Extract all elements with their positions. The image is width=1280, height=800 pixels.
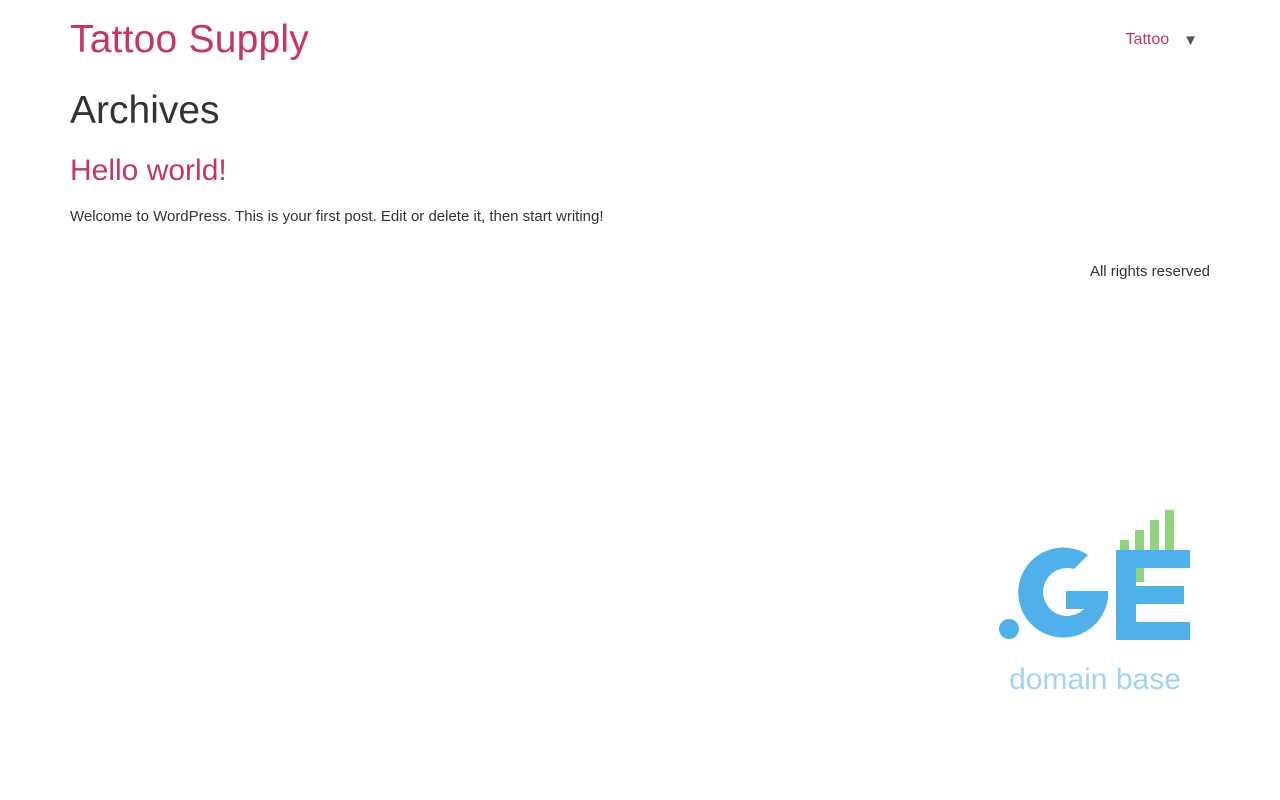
logo-dot	[999, 619, 1019, 639]
site-title-link[interactable]: Tattoo Supply	[70, 14, 309, 66]
post-title: Hello world!	[70, 151, 227, 191]
footer-copyright: All rights reserved	[1089, 263, 1210, 280]
page-title: Archives	[70, 89, 220, 132]
site-header: Tattoo Supply Tattoo ▼	[70, 14, 1210, 66]
nav-item-tattoo[interactable]: Tattoo	[1126, 31, 1170, 49]
logo-letter-e	[1116, 550, 1190, 640]
post-excerpt: Welcome to WordPress. This is your first…	[70, 208, 604, 225]
logo-bar-4	[1165, 510, 1174, 550]
page: Tattoo Supply Tattoo ▼ Archives Hello wo…	[0, 0, 1280, 800]
logo-wordmark: domain base	[1009, 663, 1181, 696]
chevron-down-icon[interactable]: ▼	[1183, 33, 1198, 49]
main-navigation: Tattoo ▼	[1126, 31, 1198, 49]
post-title-link[interactable]: Hello world!	[70, 154, 227, 187]
ge-domain-base-logo-icon: domain base	[999, 510, 1190, 696]
logo-letter-g	[1018, 547, 1108, 638]
